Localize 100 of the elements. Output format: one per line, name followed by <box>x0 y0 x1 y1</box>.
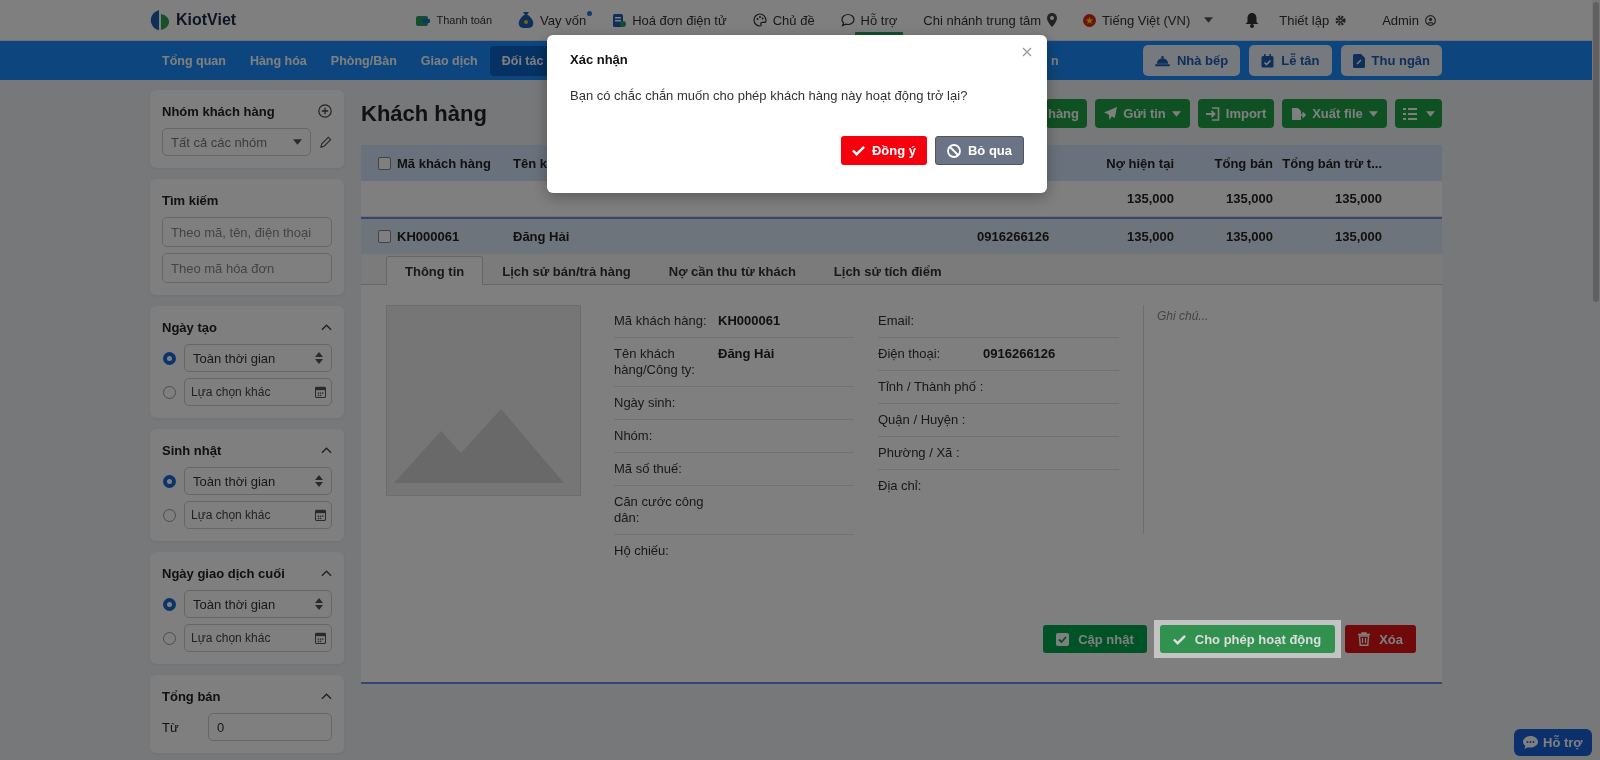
table-cell-text: Đăng Hải <box>513 229 571 244</box>
calendar-icon <box>315 632 326 644</box>
field-value: 0916266126 <box>983 346 1056 362</box>
check-icon <box>851 145 865 156</box>
table-cell-text: 135,000 <box>1334 229 1382 244</box>
date-field[interactable]: Lựa chọn khác <box>184 378 332 406</box>
chat-icon <box>840 13 855 27</box>
period-select[interactable]: Toàn thời gian <box>184 590 332 618</box>
field-label: Email: <box>878 313 916 329</box>
view-toggle-button[interactable] <box>1395 99 1442 128</box>
header-link[interactable]: Hỗ trợ <box>840 12 904 28</box>
detail-tab[interactable]: Lịch sử tích điểm <box>814 256 961 285</box>
group-select[interactable]: Tất cả các nhóm <box>162 128 311 156</box>
field-label: Tỉnh / Thành phố : <box>878 379 984 395</box>
field-label: Địa chỉ: <box>878 478 923 494</box>
toolbar-button[interactable]: Import <box>1198 99 1274 128</box>
toolbar-button[interactable]: Gửi tin <box>1095 99 1190 128</box>
sort-icon <box>315 352 323 364</box>
delete-button[interactable]: Xóa <box>1345 625 1416 653</box>
paper-plane-icon <box>1104 107 1118 120</box>
list-icon <box>1402 107 1417 120</box>
column-header[interactable]: Mã khách hàng <box>397 155 513 171</box>
table-row[interactable]: KH000061 Đăng Hải 0916266126 135,000 135,000 135,000 <box>361 217 1442 254</box>
column-header[interactable]: Tổng bán <box>1174 155 1273 171</box>
logo-icon <box>150 9 170 31</box>
date-field[interactable]: Lựa chọn khác <box>184 624 332 652</box>
panel-title: Ngày tạo <box>162 319 217 335</box>
note-field[interactable]: Ghi chú... <box>1157 309 1442 323</box>
check-icon <box>1172 633 1186 645</box>
nav-tab[interactable]: n <box>1049 45 1071 76</box>
checkbox-icon <box>1056 632 1070 646</box>
period-select[interactable]: Toàn thời gian <box>184 344 332 372</box>
column-header[interactable]: Tổng bán trừ t... <box>1273 155 1382 171</box>
branch-selector[interactable]: Chi nhánh trung tâm <box>923 12 1064 28</box>
radio-button[interactable] <box>163 597 176 611</box>
field-label: Ngày sinh: <box>614 395 677 411</box>
money-bag-icon <box>518 11 535 29</box>
confirm-button[interactable]: Đồng ý <box>840 136 927 165</box>
nav-tab[interactable]: Phòng/Bàn <box>318 45 409 76</box>
panel-title: Tìm kiếm <box>162 192 219 208</box>
table-cell-text: 135,000 <box>1225 229 1273 244</box>
field-label: Tên khách hàng/Công ty: <box>614 346 696 378</box>
plus-circle-icon <box>318 104 332 118</box>
nav-tab[interactable]: Hàng hóa <box>237 45 319 76</box>
amount-field[interactable]: 0 <box>208 713 332 741</box>
nav-tab[interactable]: Tổng quan <box>150 45 238 76</box>
dialog-title: Xác nhận <box>570 52 629 67</box>
header-link[interactable]: Thanh toán <box>416 13 499 27</box>
caret-icon <box>1204 17 1214 23</box>
total-cell-text: 135,000 <box>1126 191 1174 206</box>
field-value: Đăng Hải <box>718 346 775 363</box>
close-button[interactable] <box>1020 45 1034 59</box>
range-label: Từ <box>162 719 180 735</box>
nav-button[interactable]: Thu ngân <box>1340 45 1442 76</box>
nav-button[interactable]: Nhà bếp <box>1142 45 1241 76</box>
radio-button[interactable] <box>163 351 176 365</box>
detail-tab[interactable]: Lịch sử bán/trả hàng <box>483 256 650 285</box>
palette-icon <box>752 13 767 27</box>
field-label: Căn cước công dân: <box>614 494 705 526</box>
table-cell-text: KH000061 <box>397 229 461 244</box>
settings-link[interactable]: Thiết lập <box>1279 12 1353 28</box>
header-link[interactable]: Hoá đơn điện tử <box>612 12 733 28</box>
dialog-message: Bạn có chắc chắn muốn cho phép khách hàng này hoạt động trở lại? <box>570 88 969 103</box>
export-icon <box>1291 106 1307 121</box>
search-field[interactable]: Theo mã hóa đơn <box>162 253 332 283</box>
field-label: Nhóm: <box>614 428 654 444</box>
invoice-icon <box>612 12 627 28</box>
panel-title: Sinh nhật <box>162 442 222 458</box>
nav-tab[interactable]: Giao dịch <box>408 45 490 76</box>
toolbar-button[interactable]: hàng <box>1045 99 1087 128</box>
update-button[interactable]: Cập nhật <box>1043 625 1147 653</box>
detail-tab[interactable]: Nợ cần thu từ khách <box>649 256 815 285</box>
header-link[interactable]: Chủ đề <box>752 12 821 28</box>
table-cell-text: 0916266126 <box>977 229 1051 244</box>
total-cell-text: 135,000 <box>1334 191 1382 206</box>
sort-icon <box>315 598 323 610</box>
checkbox[interactable] <box>377 230 391 243</box>
field-label: Mã số thuế: <box>614 461 683 477</box>
header-link[interactable]: Vay vốn <box>518 11 593 29</box>
language-selector[interactable]: Tiếng Việt (VN) <box>1083 12 1220 28</box>
calendar-icon <box>315 386 326 398</box>
radio-button[interactable] <box>163 474 176 488</box>
field-value: KH000061 <box>718 313 781 329</box>
trash-icon <box>1358 632 1371 646</box>
detail-tab[interactable]: Thông tin <box>386 256 484 285</box>
document-icon <box>1352 53 1365 68</box>
search-field[interactable]: Theo mã, tên, điện thoại <box>162 217 332 247</box>
column-header[interactable]: Nợ hiện tại <box>1093 155 1174 171</box>
activate-button[interactable]: Cho phép hoạt động <box>1159 625 1336 653</box>
nav-button[interactable]: Lễ tân <box>1249 45 1332 76</box>
panel-title: Nhóm khách hàng <box>162 103 275 119</box>
help-button[interactable]: Hỗ trợ <box>1514 729 1592 756</box>
user-menu[interactable]: Admin <box>1382 12 1442 28</box>
wallet-icon <box>416 13 431 27</box>
cancel-button[interactable]: Bỏ qua <box>934 136 1024 165</box>
checkbox[interactable] <box>377 156 391 170</box>
period-select[interactable]: Toàn thời gian <box>184 467 332 495</box>
toolbar-button[interactable]: Xuất file <box>1282 99 1387 128</box>
date-field[interactable]: Lựa chọn khác <box>184 501 332 529</box>
total-cell-text: 135,000 <box>1225 191 1273 206</box>
